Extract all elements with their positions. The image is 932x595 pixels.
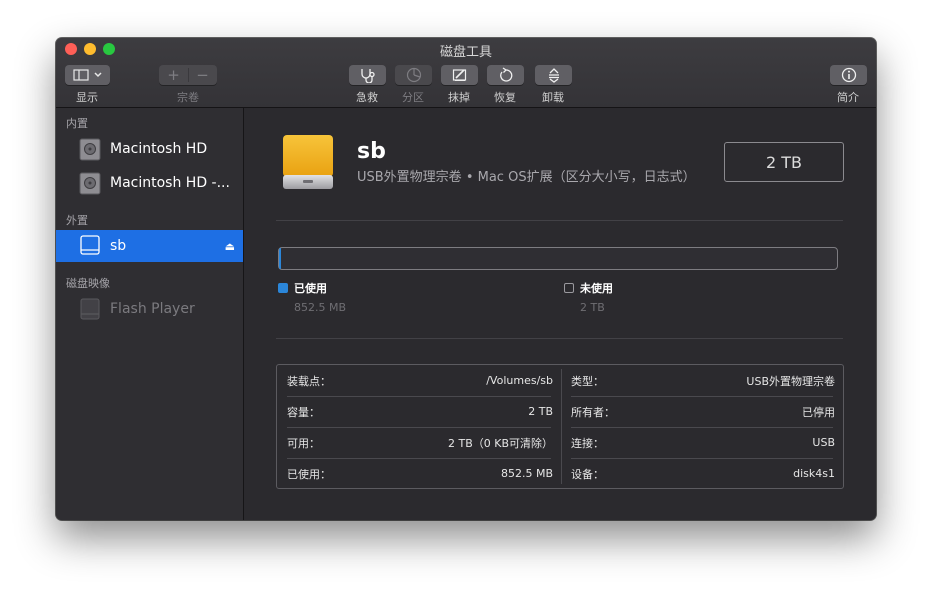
main-panel: sb USB外置物理宗卷 • Mac OS扩展（区分大小写，日志式） 2 TB … bbox=[244, 108, 876, 520]
info-row-used: 已使用： 852.5 MB bbox=[277, 458, 561, 489]
info-key: 容量： bbox=[287, 405, 320, 419]
disk-description: USB外置物理宗卷 • Mac OS扩展（区分大小写，日志式） bbox=[357, 170, 696, 185]
erase-button[interactable] bbox=[441, 65, 478, 85]
info-key: 所有者： bbox=[571, 405, 615, 419]
info-row-mount-point: 装载点： /Volumes/sb bbox=[277, 365, 561, 396]
info-button[interactable] bbox=[830, 65, 867, 85]
divider bbox=[276, 338, 843, 339]
info-row-owners: 所有者： 已停用 bbox=[561, 396, 843, 427]
legend-used: 已使用 bbox=[278, 280, 327, 296]
volume-button[interactable]: + − bbox=[159, 65, 217, 85]
disk-utility-window: 磁盘工具 显示 + − 宗卷 急救 分区 抹掉 恢复 卸载 简介 内置 Maci… bbox=[56, 38, 876, 520]
unmount-label: 卸载 bbox=[542, 91, 564, 104]
restore-arrow-icon bbox=[499, 67, 512, 82]
stethoscope-icon bbox=[360, 69, 375, 83]
volume-label: 宗卷 bbox=[177, 91, 199, 104]
disk-name: sb bbox=[357, 139, 386, 164]
info-row-type: 类型： USB外置物理宗卷 bbox=[561, 365, 843, 396]
info-row-available: 可用： 2 TB（0 KB可清除） bbox=[277, 427, 561, 458]
first-aid-button[interactable] bbox=[349, 65, 386, 85]
info-value: 852.5 MB bbox=[500, 467, 553, 480]
external-drive-icon bbox=[80, 235, 100, 255]
view-label: 显示 bbox=[76, 91, 98, 104]
eject-icon[interactable]: ⏏ bbox=[225, 240, 235, 253]
info-row-capacity: 容量： 2 TB bbox=[277, 396, 561, 427]
info-value: 2 TB bbox=[528, 405, 553, 418]
info-value: 已停用 bbox=[802, 405, 835, 419]
section-disk-images: 磁盘映像 bbox=[66, 277, 110, 290]
disk-image-icon bbox=[80, 298, 100, 320]
info-key: 可用： bbox=[287, 436, 320, 450]
internal-drive-icon bbox=[79, 172, 101, 195]
restore-button[interactable] bbox=[487, 65, 524, 85]
info-key: 连接： bbox=[571, 436, 604, 450]
sidebar-item-flash-player[interactable]: Flash Player bbox=[56, 293, 243, 325]
info-label: 简介 bbox=[837, 91, 859, 104]
unmount-button[interactable] bbox=[535, 65, 572, 85]
add-volume-icon: + bbox=[167, 66, 180, 84]
internal-drive-icon bbox=[79, 138, 101, 161]
sidebar-item-label: sb bbox=[110, 238, 127, 254]
used-swatch bbox=[278, 283, 288, 293]
section-external: 外置 bbox=[66, 214, 88, 227]
sidebar-toggle-icon bbox=[72, 69, 102, 81]
legend-free-value: 2 TB bbox=[580, 301, 605, 314]
sidebar-item-macintosh-hd[interactable]: Macintosh HD bbox=[56, 133, 243, 165]
usage-bar-used-fill bbox=[279, 248, 282, 269]
legend-used-value: 852.5 MB bbox=[294, 301, 347, 314]
section-internal: 内置 bbox=[66, 117, 88, 130]
info-icon bbox=[841, 67, 856, 83]
info-key: 设备： bbox=[571, 467, 604, 481]
unmount-icon bbox=[548, 68, 559, 83]
legend-used-label: 已使用 bbox=[294, 282, 327, 295]
erase-icon bbox=[452, 69, 466, 81]
info-key: 已使用： bbox=[287, 467, 331, 481]
sidebar: 内置 Macintosh HD Macintosh HD -... 外置 sb … bbox=[56, 108, 244, 520]
info-value: 2 TB（0 KB可清除） bbox=[447, 436, 553, 450]
info-row-connection: 连接： USB bbox=[561, 427, 843, 458]
info-value: USB外置物理宗卷 bbox=[746, 374, 835, 388]
legend-free-label: 未使用 bbox=[580, 282, 613, 295]
view-button[interactable] bbox=[65, 65, 110, 85]
info-value: disk4s1 bbox=[793, 467, 835, 480]
usage-bar bbox=[278, 247, 838, 270]
sidebar-item-sb[interactable]: sb ⏏ bbox=[56, 230, 243, 262]
sidebar-item-label: Macintosh HD bbox=[110, 141, 208, 157]
info-value: /Volumes/sb bbox=[486, 374, 553, 387]
info-table: 装载点： /Volumes/sb 容量： 2 TB 可用： 2 TB（0 KB可… bbox=[276, 364, 844, 489]
remove-volume-icon: − bbox=[196, 66, 209, 84]
window-title: 磁盘工具 bbox=[439, 45, 492, 60]
pie-chart-icon bbox=[406, 67, 421, 83]
legend-free: 未使用 bbox=[564, 280, 613, 296]
partition-button[interactable] bbox=[395, 65, 432, 85]
toolbar: 磁盘工具 显示 + − 宗卷 急救 分区 抹掉 恢复 卸载 简介 bbox=[56, 38, 876, 108]
info-value: USB bbox=[812, 436, 835, 449]
sidebar-item-label: Flash Player bbox=[110, 301, 195, 317]
disk-size: 2 TB bbox=[724, 142, 844, 182]
free-swatch bbox=[564, 283, 574, 293]
info-key: 类型： bbox=[571, 374, 604, 388]
external-drive-large-icon bbox=[283, 135, 333, 189]
sidebar-item-macintosh-hd-data[interactable]: Macintosh HD -... bbox=[56, 167, 243, 199]
divider bbox=[276, 220, 843, 221]
sidebar-item-label: Macintosh HD -... bbox=[110, 175, 230, 191]
info-key: 装载点： bbox=[287, 374, 331, 388]
info-row-device: 设备： disk4s1 bbox=[561, 458, 843, 489]
